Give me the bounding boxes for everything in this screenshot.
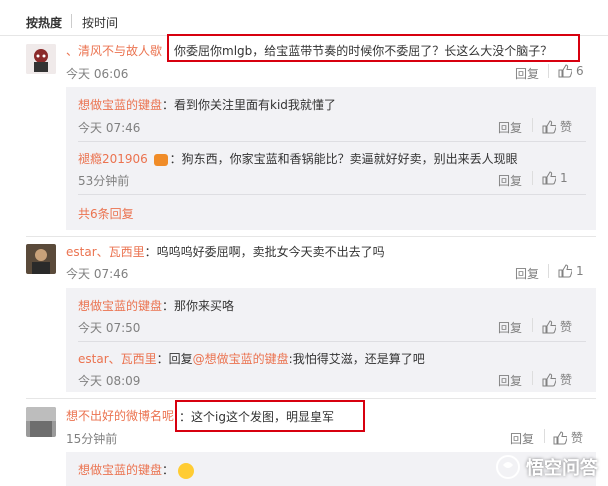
comment-username[interactable]: 、清风不与故人歇	[66, 42, 162, 59]
avatar[interactable]	[26, 44, 56, 74]
reply-button[interactable]: 回复	[498, 119, 522, 136]
divider	[78, 194, 586, 195]
like-label: 赞	[560, 120, 573, 134]
comment-time: 今天 07:46	[66, 267, 129, 281]
like-label: 赞	[571, 431, 584, 445]
reply-text: ：那你来买咯	[162, 299, 235, 313]
comment-text: ：呜呜呜好委屈啊，卖批女今天卖不出去了吗	[144, 245, 385, 259]
reply-item: 想做宝蓝的键盘：	[78, 461, 194, 479]
reply-button[interactable]: 回复	[498, 319, 522, 336]
action-divider	[548, 264, 549, 278]
like-button[interactable]: 6	[558, 64, 584, 78]
reply-button[interactable]: 回复	[515, 65, 539, 82]
action-divider	[532, 118, 533, 132]
badge-icon	[153, 153, 168, 166]
comment-text: ：这个ig这个发图，明显皇军	[179, 410, 334, 424]
action-divider	[548, 64, 549, 78]
comment-text: 你委屈你mlgb，给宝蓝带节奏的时候你不委屈了？长这么大没个脑子？	[174, 44, 553, 58]
like-label: 赞	[560, 320, 573, 334]
thumbs-up-icon	[558, 64, 572, 78]
like-button[interactable]: 赞	[553, 429, 583, 446]
sort-by-time[interactable]: 按时间	[82, 14, 118, 31]
reply-text: ：回复	[156, 352, 193, 366]
reply-username[interactable]: 想做宝蓝的键盘	[78, 463, 162, 477]
reply-button[interactable]: 回复	[515, 265, 539, 282]
like-label: 赞	[560, 373, 573, 387]
divider	[26, 398, 596, 399]
avatar[interactable]	[26, 407, 56, 437]
comment-username[interactable]: estar、瓦西里	[66, 245, 145, 259]
like-count: 1	[576, 264, 584, 278]
comment-item: estar、瓦西里：呜呜呜好委屈啊，卖批女今天卖不出去了吗	[66, 243, 385, 260]
reply-username[interactable]: estar、瓦西里	[78, 352, 157, 366]
mention-link[interactable]: @想做宝蓝的键盘	[193, 352, 289, 366]
action-divider	[544, 429, 545, 443]
action-divider	[532, 171, 533, 185]
comment-time: 15分钟前	[66, 432, 118, 446]
like-count: 6	[576, 64, 584, 78]
sort-by-hot[interactable]: 按热度	[26, 14, 62, 31]
reply-username[interactable]: 想做宝蓝的键盘	[78, 98, 162, 112]
comment-time: 今天 06:06	[66, 67, 129, 81]
reply-time: 今天 08:09	[78, 374, 141, 388]
reply-time: 53分钟前	[78, 174, 130, 188]
emoji-icon	[177, 462, 194, 479]
like-button[interactable]: 1	[558, 264, 584, 278]
reply-time: 今天 07:46	[78, 121, 141, 135]
reply-button[interactable]: 回复	[498, 372, 522, 389]
reply-time: 今天 07:50	[78, 321, 141, 335]
sort-divider	[71, 14, 72, 28]
avatar[interactable]	[26, 244, 56, 274]
reply-item: 想做宝蓝的键盘：看到你关注里面有kid我就懂了	[78, 96, 336, 113]
like-count: 1	[560, 171, 568, 185]
divider	[26, 236, 596, 237]
thumbs-up-icon	[553, 430, 567, 444]
action-divider	[532, 318, 533, 332]
like-button[interactable]: 赞	[542, 371, 572, 388]
reply-username[interactable]: 想做宝蓝的键盘	[78, 299, 162, 313]
reply-text-continued: :我怕得艾滋，还是算了吧	[288, 352, 425, 366]
like-button[interactable]: 赞	[542, 118, 572, 135]
more-replies-link[interactable]: 共6条回复	[78, 205, 134, 222]
action-divider	[532, 371, 533, 385]
reply-text: ：看到你关注里面有kid我就懂了	[162, 98, 336, 112]
reply-item: 想做宝蓝的键盘：那你来买咯	[78, 297, 234, 314]
thumbs-up-icon	[542, 119, 556, 133]
thumbs-up-icon	[542, 372, 556, 386]
reply-username[interactable]: 褪瘾201906	[78, 152, 148, 166]
like-button[interactable]: 赞	[542, 318, 572, 335]
reply-button[interactable]: 回复	[498, 172, 522, 189]
divider	[78, 141, 586, 142]
watermark: 悟空问答	[496, 454, 598, 480]
watermark-text: 悟空问答	[526, 458, 598, 479]
thumbs-up-icon	[558, 264, 572, 278]
thumbs-up-icon	[542, 319, 556, 333]
reply-text: ：狗东西，你家宝蓝和香锅能比？卖逼就好好卖，别出来丢人现眼	[169, 152, 518, 166]
reply-text: ：	[162, 463, 175, 477]
reply-item: estar、瓦西里：回复@想做宝蓝的键盘:我怕得艾滋，还是算了吧	[78, 350, 425, 367]
reply-button[interactable]: 回复	[510, 430, 534, 447]
like-button[interactable]: 1	[542, 171, 568, 185]
logo-icon	[496, 455, 520, 479]
reply-item: 褪瘾201906 ：狗东西，你家宝蓝和香锅能比？卖逼就好好卖，别出来丢人现眼	[78, 150, 518, 167]
divider	[78, 341, 586, 342]
thumbs-up-icon	[542, 171, 556, 185]
comment-username[interactable]: 想不出好的微博名呢	[66, 407, 174, 424]
